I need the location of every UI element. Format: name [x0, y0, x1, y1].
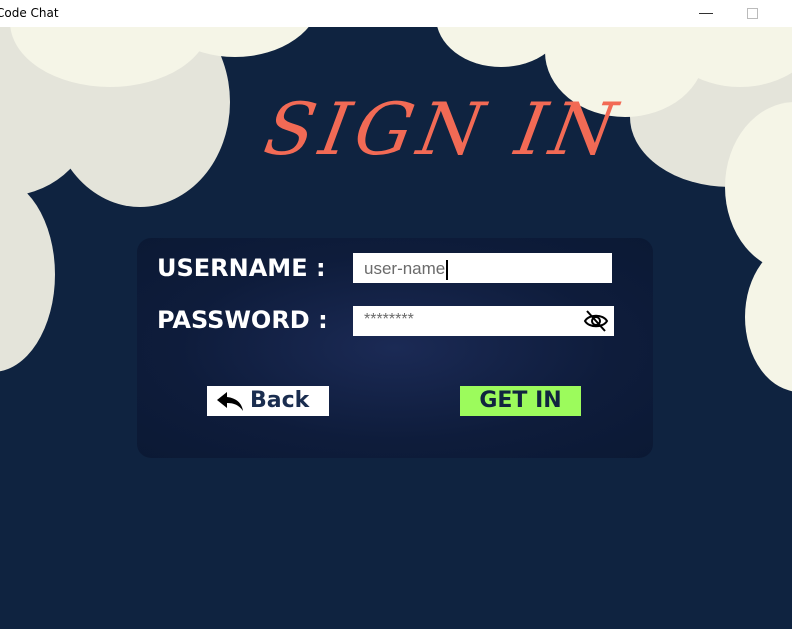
- back-button-label: Back: [250, 388, 310, 413]
- page-title: SIGN IN: [258, 87, 629, 171]
- username-label: USERNAME :: [157, 254, 326, 282]
- password-field[interactable]: ********: [353, 306, 614, 336]
- window-title: Code Chat: [0, 6, 59, 20]
- back-button[interactable]: Back: [207, 386, 329, 416]
- reply-arrow-icon: [217, 392, 243, 411]
- maximize-icon: [746, 8, 758, 19]
- cloud-decoration: [0, 177, 55, 372]
- text-caret: [446, 259, 449, 280]
- sign-in-screen: SIGN IN USERNAME : user-name PASSWORD : …: [0, 27, 792, 629]
- username-value: user-name: [364, 259, 449, 280]
- maximize-button[interactable]: [742, 5, 762, 21]
- window-titlebar: Code Chat —: [0, 0, 792, 27]
- username-field[interactable]: user-name: [353, 253, 612, 283]
- cloud-decoration: [745, 242, 792, 392]
- sign-in-panel: USERNAME : user-name PASSWORD : ********…: [137, 238, 653, 458]
- password-label: PASSWORD :: [157, 306, 328, 334]
- minimize-button[interactable]: —: [696, 5, 716, 21]
- password-value: ********: [364, 311, 414, 328]
- eye-slash-icon[interactable]: [583, 308, 609, 334]
- get-in-button[interactable]: GET IN: [460, 386, 581, 416]
